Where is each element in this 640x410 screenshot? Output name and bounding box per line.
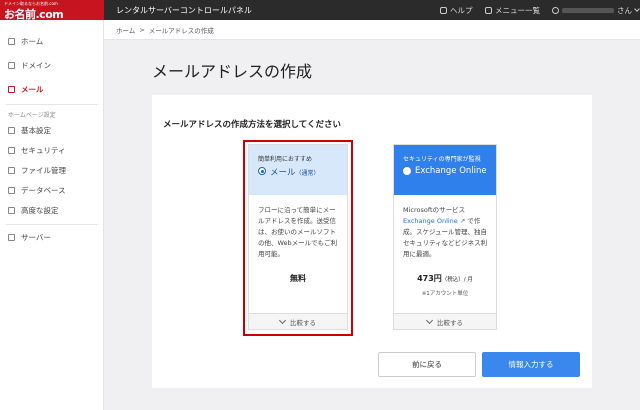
radio-unselected-icon[interactable] [403, 167, 411, 175]
sidebar-item-advanced-settings[interactable]: 高度な設定 [0, 201, 104, 219]
sidebar-item-label: ホーム [21, 36, 44, 46]
option-name-text: メール [270, 168, 296, 178]
option-note: ※1アカウント単位 [421, 291, 469, 297]
option-badge: 簡単利用におすすめ [258, 156, 313, 163]
help-link[interactable]: ヘルプ [440, 5, 473, 16]
chevron-down-icon [425, 316, 434, 324]
user-menu[interactable]: さん [552, 5, 640, 16]
sidebar-item-label: 高度な設定 [21, 205, 59, 215]
panel-title: レンタルサーバーコントロールパネル [116, 6, 252, 15]
sidebar-item-label: セキュリティ [21, 145, 66, 155]
breadcrumb-home[interactable]: ホーム [116, 25, 135, 35]
help-label: ヘルプ [450, 6, 473, 15]
exchange-online-link[interactable]: Exchange Online [403, 217, 458, 225]
shield-icon [8, 146, 15, 154]
breadcrumb-current: メールアドレスの作成 [148, 26, 214, 35]
user-icon [552, 7, 559, 14]
file-icon [8, 166, 15, 174]
option-header: セキュリティの専門家が監視 Exchange Online [394, 145, 496, 195]
compare-toggle[interactable]: 比較する [394, 313, 496, 329]
card-heading: メールアドレスの作成方法を選択してください [163, 120, 341, 130]
user-suffix: さん [617, 6, 632, 15]
home-icon [8, 37, 15, 45]
sidebar-item-database[interactable]: データベース [0, 181, 104, 199]
server-icon [8, 233, 15, 241]
compare-label: 比較する [290, 318, 316, 327]
monitor-icon [8, 126, 15, 134]
price-tax: （税込）/ 月 [441, 277, 473, 283]
option-card-mail[interactable]: 簡単利用におすすめ メール（通常） フローに沿って簡単にメールアドレスを作成。送… [248, 144, 348, 330]
price-amount: 473円 [417, 274, 442, 283]
sidebar-divider [6, 224, 98, 225]
sidebar-item-label: ドメイン [21, 60, 51, 70]
help-icon [440, 7, 447, 14]
main-card [152, 95, 592, 388]
breadcrumb-separator: > [139, 25, 145, 34]
desc-prefix: Microsoftのサービス [403, 206, 466, 214]
sidebar-item-label: メール [21, 84, 44, 94]
menu-label: メニュー一覧 [495, 6, 540, 15]
sidebar-divider [6, 104, 98, 105]
logo[interactable]: ドメイン取るならお名前.com お名前.com [0, 0, 104, 21]
sidebar-item-server[interactable]: サーバー [0, 228, 104, 246]
option-card-exchange[interactable]: セキュリティの専門家が監視 Exchange Online Microsoftの… [393, 144, 497, 330]
option-price: 473円（税込）/ 月 [394, 273, 496, 284]
sidebar-section-label: ホームページ設定 [8, 112, 56, 119]
sidebar-item-security[interactable]: セキュリティ [0, 141, 104, 159]
chevron-down-icon [634, 6, 640, 12]
option-description: フローに沿って簡単にメールアドレスを作成。送受信は、お使いのメールソフトの他、W… [258, 206, 338, 258]
sidebar-item-home[interactable]: ホーム [0, 32, 104, 50]
sidebar: ホーム ドメイン メール ホームページ設定 基本設定 セキュリティ ファイル管理… [0, 20, 104, 410]
compare-label: 比較する [437, 318, 463, 327]
option-price: 無料 [290, 274, 306, 283]
next-button[interactable]: 情報入力する [482, 352, 580, 377]
sidebar-item-basic-settings[interactable]: 基本設定 [0, 121, 104, 139]
sidebar-item-label: データベース [21, 185, 66, 195]
option-name: メール（通常） [270, 166, 320, 178]
option-description: Microsoftのサービス Exchange Online ↗ で作成。スケジ… [403, 205, 491, 260]
option-header: 簡単利用におすすめ メール（通常） [249, 145, 347, 195]
back-button[interactable]: 前に戻る [378, 352, 476, 377]
sidebar-item-domain[interactable]: ドメイン [0, 56, 104, 74]
breadcrumb: ホーム > メールアドレスの作成 [104, 20, 640, 40]
external-link-icon: ↗ [457, 217, 468, 225]
radio-selected-icon[interactable] [258, 167, 266, 175]
page-title: メールアドレスの作成 [152, 62, 313, 81]
sidebar-item-label: ファイル管理 [21, 165, 66, 175]
option-name-sub: （通常） [295, 170, 320, 177]
option-badge: セキュリティの専門家が監視 [403, 156, 481, 163]
sidebar-item-mail[interactable]: メール [0, 80, 104, 98]
advanced-settings-icon [8, 206, 15, 214]
option-name: Exchange Online [415, 166, 487, 176]
domain-icon [8, 61, 15, 69]
grid-icon [485, 7, 492, 14]
mail-icon [8, 85, 15, 93]
menu-link[interactable]: メニュー一覧 [485, 5, 540, 16]
sidebar-item-label: サーバー [21, 232, 51, 242]
sidebar-item-label: 基本設定 [21, 125, 51, 135]
top-header: ドメイン取るならお名前.com お名前.com レンタルサーバーコントロールパネ… [0, 0, 640, 21]
sidebar-item-file-manager[interactable]: ファイル管理 [0, 161, 104, 179]
chevron-down-icon [278, 316, 287, 324]
database-icon [8, 186, 15, 194]
compare-toggle[interactable]: 比較する [249, 313, 347, 329]
user-name-redacted [562, 8, 614, 13]
